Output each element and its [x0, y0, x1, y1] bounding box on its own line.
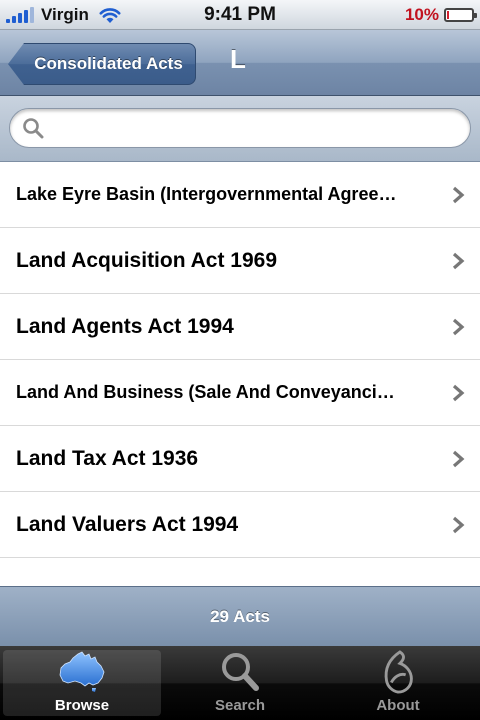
acts-list: Lake Eyre Basin (Intergovernmental Agree… [0, 162, 480, 586]
chevron-right-icon [452, 252, 465, 270]
tab-label: About [376, 697, 420, 714]
list-item[interactable]: Land Acquisition Act 1969 [0, 228, 480, 294]
act-title: Land Acquisition Act 1969 [16, 248, 277, 272]
acts-count: 29 Acts [210, 606, 270, 626]
chevron-right-icon [452, 318, 465, 336]
search-icon [23, 118, 44, 139]
acts-count-bar: 29 Acts [0, 586, 480, 646]
list-item[interactable]: Land Agents Act 1994 [0, 294, 480, 360]
list-item[interactable]: Lake Eyre Basin (Intergovernmental Agree… [0, 162, 480, 228]
battery-icon [444, 8, 477, 22]
list-item[interactable]: Land And Business (Sale And Conveyanci… [0, 360, 480, 426]
tab-browse[interactable]: Browse [3, 650, 161, 716]
act-title: Land Tax Act 1936 [16, 446, 199, 470]
search-bar [0, 96, 480, 162]
act-title: Land Valuers Act 1994 [16, 512, 239, 536]
navigation-bar: Consolidated Acts L [0, 30, 480, 96]
chevron-right-icon [452, 450, 465, 468]
battery-percent: 10% [404, 5, 439, 24]
battery-group: 10% [404, 5, 477, 25]
tab-label: Browse [54, 697, 110, 714]
search-field[interactable] [9, 108, 471, 148]
australia-map-icon [59, 651, 105, 692]
chevron-right-icon [452, 384, 465, 402]
tab-label: Search [214, 697, 266, 714]
chevron-right-icon [452, 186, 465, 204]
list-item[interactable]: Land Tax Act 1936 [0, 426, 480, 492]
status-bar: Virgin 9:41 PM 10% [0, 0, 480, 30]
list-item[interactable]: Land Valuers Act 1994 [0, 492, 480, 558]
about-logo-icon [384, 650, 413, 694]
back-button[interactable]: Consolidated Acts [8, 43, 196, 85]
magnifier-icon [222, 653, 259, 691]
act-title: Land Agents Act 1994 [16, 314, 234, 338]
list-item-partial[interactable] [0, 558, 480, 586]
tab-bar: Browse Search About [0, 646, 480, 720]
battery-level-fill [447, 11, 449, 19]
tab-search[interactable]: Search [161, 650, 319, 716]
act-title: Land And Business (Sale And Conveyanci… [16, 382, 395, 402]
tab-about[interactable]: About [319, 650, 477, 716]
chevron-right-icon [452, 516, 465, 534]
act-title: Lake Eyre Basin (Intergovernmental Agree… [16, 184, 397, 204]
page-title: L [230, 44, 246, 74]
search-input[interactable] [52, 109, 470, 147]
